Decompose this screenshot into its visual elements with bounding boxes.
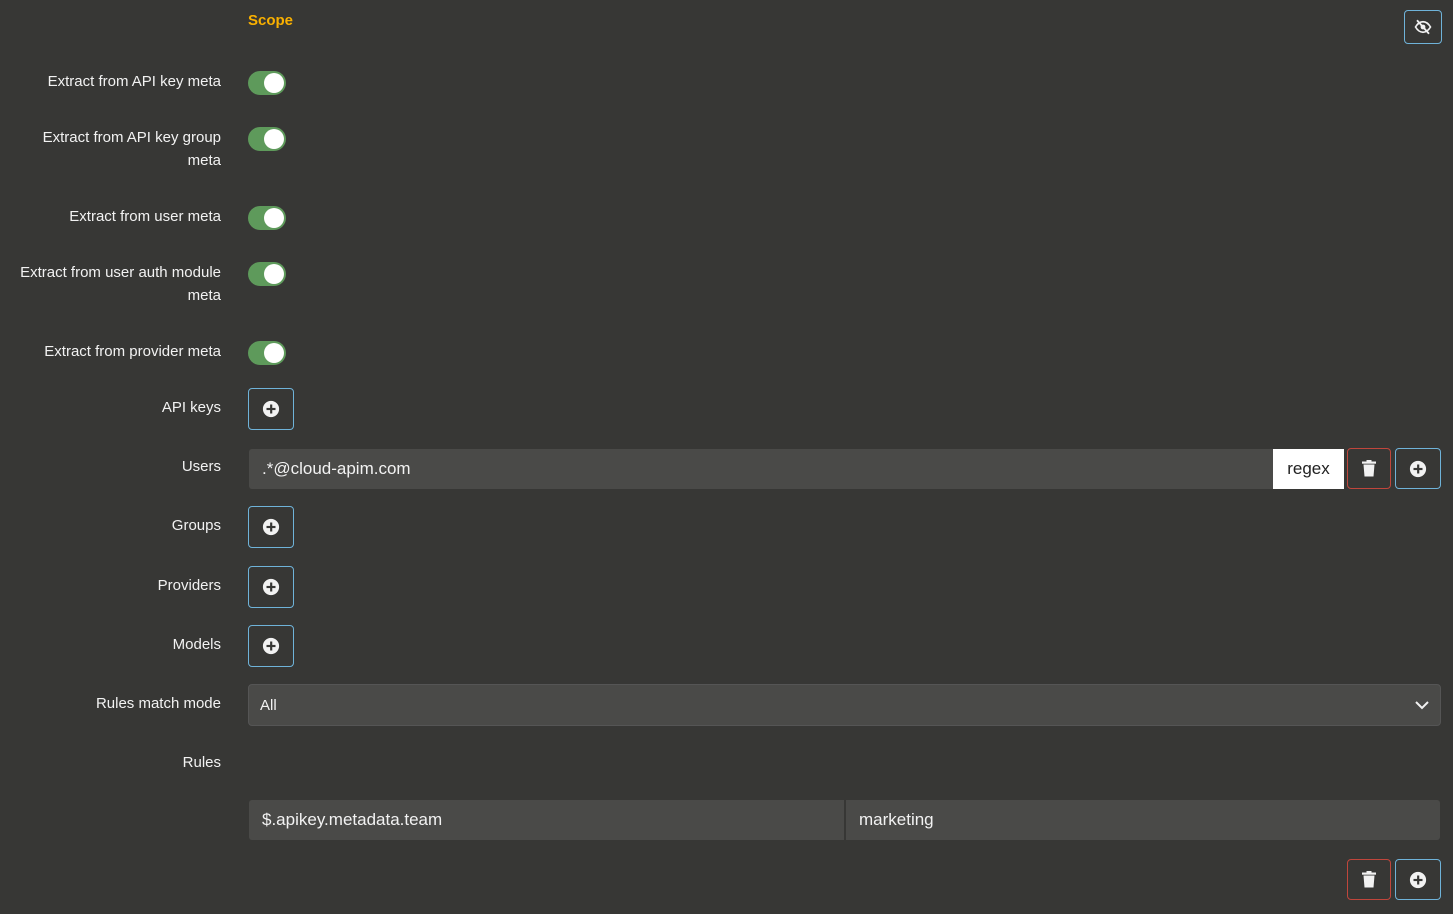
rules-match-mode-label: Rules match mode [95,695,221,712]
plus-circle-icon [262,578,280,596]
add-group-button[interactable] [248,506,294,548]
add-api-key-button[interactable] [248,388,294,430]
users-regex-addon: regex [1273,449,1344,489]
plus-circle-icon [262,518,280,536]
toggle-knob [264,208,284,228]
add-model-button[interactable] [248,625,294,667]
toggle-label-user-meta: Extract from user meta [69,208,221,225]
toggle-label-user-auth-module-meta: Extract from user auth module meta [20,264,221,304]
rules-label: Rules [182,754,221,771]
models-label: Models [172,636,221,653]
toggle-provider-meta[interactable] [248,341,286,365]
rule-value-input[interactable]: marketing [846,800,1440,840]
delete-user-button[interactable] [1347,448,1391,489]
groups-label: Groups [171,517,221,534]
rules-match-mode-value: All [260,696,277,714]
plus-circle-icon [262,637,280,655]
plus-circle-icon [1409,460,1427,477]
providers-label: Providers [157,577,221,594]
rule-key-input[interactable]: $.apikey.metadata.team [249,800,844,840]
toggle-label-apikey-group-meta: Extract from API key group meta [42,129,221,169]
delete-rule-button[interactable] [1347,859,1391,900]
add-user-button[interactable] [1395,448,1441,489]
section-title: Scope [248,12,294,29]
plus-circle-icon [262,400,280,418]
toggle-label-provider-meta: Extract from provider meta [44,343,221,360]
toggle-user-auth-module-meta[interactable] [248,262,286,286]
toggle-apikey-meta[interactable] [248,71,286,95]
add-rule-button[interactable] [1395,859,1441,900]
toggle-knob [264,129,284,149]
users-label: Users [181,458,221,475]
plus-circle-icon [1409,871,1427,888]
toggle-label-apikey-meta: Extract from API key meta [47,73,221,90]
rules-match-mode-select[interactable]: All [248,684,1441,726]
add-provider-button[interactable] [248,566,294,608]
trash-icon [1362,871,1376,888]
toggle-knob [264,343,284,363]
trash-icon [1362,460,1376,477]
toggle-apikey-group-meta[interactable] [248,127,286,151]
users-input[interactable]: .*@cloud-apim.com [249,449,1273,489]
toggle-user-meta[interactable] [248,206,286,230]
eye-slash-icon [1414,19,1432,35]
toggle-knob [264,264,284,284]
toggle-knob [264,73,284,93]
api-keys-label: API keys [161,399,221,416]
hide-section-button[interactable] [1404,10,1442,44]
chevron-down-icon [1415,701,1429,710]
